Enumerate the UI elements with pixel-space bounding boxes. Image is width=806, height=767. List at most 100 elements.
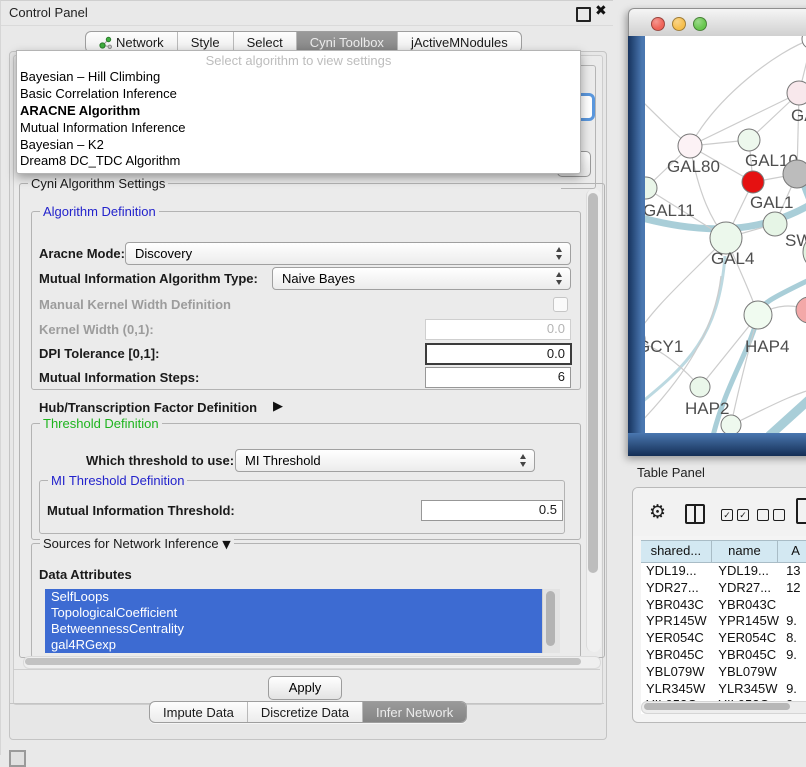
collapse-arrow-icon[interactable]: ▼ bbox=[222, 538, 230, 551]
mi-type-label: Mutual Information Algorithm Type: bbox=[39, 271, 258, 286]
tab-select-label: Select bbox=[247, 35, 283, 50]
network-window-titlebar[interactable] bbox=[628, 8, 806, 38]
algorithm-option[interactable]: Bayesian – Hill Climbing bbox=[19, 69, 575, 86]
table-row[interactable]: YER054CYER054C8. bbox=[641, 630, 806, 647]
network-node[interactable] bbox=[796, 297, 806, 323]
mi-threshold-field[interactable]: 0.5 bbox=[421, 500, 563, 521]
table-cell: YPR145W bbox=[641, 613, 713, 630]
zoom-traffic-light-icon[interactable] bbox=[693, 17, 707, 31]
table-hscrollbar-thumb[interactable] bbox=[644, 703, 790, 710]
table-column-header[interactable]: shared... bbox=[641, 541, 712, 562]
network-view-window[interactable]: GALGAL80GAL10GAL1GAL11SWI4GAL4GCY1HAP4YH… bbox=[628, 8, 806, 456]
select-all-columns-icon[interactable]: ✓ ✓ bbox=[721, 509, 749, 521]
network-edge[interactable] bbox=[731, 388, 806, 425]
table-cell: YER054C bbox=[641, 630, 713, 647]
tab-select[interactable]: Select bbox=[234, 32, 297, 52]
close-traffic-light-icon[interactable] bbox=[651, 17, 665, 31]
network-node[interactable] bbox=[721, 415, 741, 433]
manual-kernel-checkbox[interactable] bbox=[553, 297, 568, 312]
table-row[interactable]: YPR145WYPR145W9. bbox=[641, 613, 806, 630]
aracne-mode-combobox[interactable]: Discovery bbox=[125, 242, 571, 265]
tab-discretize-data[interactable]: Discretize Data bbox=[248, 702, 363, 722]
table-panel-title: Table Panel bbox=[637, 465, 705, 480]
minimize-traffic-light-icon[interactable] bbox=[672, 17, 686, 31]
settings-scrollbar-thumb[interactable] bbox=[588, 193, 598, 573]
algorithm-option[interactable]: Bayesian – K2 bbox=[19, 137, 575, 154]
attribute-list-item[interactable]: gal4RGexp bbox=[45, 637, 541, 653]
tab-impute-data-label: Impute Data bbox=[163, 705, 234, 720]
attribute-list-item[interactable]: SelfLoops bbox=[45, 589, 541, 605]
network-node[interactable] bbox=[763, 212, 787, 236]
network-node[interactable] bbox=[742, 171, 764, 193]
mi-type-combobox[interactable]: Naive Bayes bbox=[272, 267, 571, 290]
network-node[interactable] bbox=[678, 134, 702, 158]
table-cell: 8. bbox=[781, 630, 806, 647]
table-cell: YBL079W bbox=[641, 664, 713, 681]
tab-network[interactable]: Network bbox=[86, 32, 178, 52]
table-cell: YBR043C bbox=[641, 597, 713, 614]
table-row[interactable]: YLR345WYLR345W9. bbox=[641, 681, 806, 698]
algorithm-option[interactable]: Mutual Information Inference bbox=[19, 120, 575, 137]
network-edge[interactable] bbox=[769, 380, 806, 433]
attribute-list-item[interactable]: TopologicalCoefficient bbox=[45, 605, 541, 621]
data-attributes-list[interactable]: SelfLoopsTopologicalCoefficientBetweenne… bbox=[45, 589, 559, 653]
network-canvas[interactable]: GALGAL80GAL10GAL1GAL11SWI4GAL4GCY1HAP4YH… bbox=[645, 36, 806, 433]
mi-type-value: Naive Bayes bbox=[282, 271, 355, 286]
tab-style-label: Style bbox=[191, 35, 220, 50]
expand-arrow-icon[interactable]: ▶ bbox=[273, 399, 283, 414]
algorithm-option[interactable]: Basic Correlation Inference bbox=[19, 86, 575, 103]
algorithm-dropdown-popup: Select algorithm to view settings Bayesi… bbox=[16, 50, 581, 174]
tab-cyni-toolbox[interactable]: Cyni Toolbox bbox=[297, 32, 398, 52]
algorithm-option[interactable]: ARACNE Algorithm bbox=[19, 103, 575, 120]
tab-jactivemnodules[interactable]: jActiveMNodules bbox=[398, 32, 521, 52]
algorithm-option[interactable]: Dream8 DC_TDC Algorithm bbox=[19, 153, 575, 170]
gear-icon[interactable]: ⚙ bbox=[649, 501, 666, 523]
which-threshold-label: Which threshold to use: bbox=[86, 453, 234, 468]
new-table-icon[interactable] bbox=[796, 498, 806, 524]
algorithm-dropdown-placeholder: Select algorithm to view settings bbox=[17, 53, 580, 68]
network-node[interactable] bbox=[690, 377, 710, 397]
network-node[interactable] bbox=[738, 129, 760, 151]
table-cell: 9. bbox=[781, 613, 806, 630]
table-row[interactable]: YBR043CYBR043C bbox=[641, 597, 806, 614]
table-column-header[interactable]: A bbox=[778, 541, 806, 562]
deselect-all-columns-icon[interactable] bbox=[757, 509, 785, 521]
dock-panel-icon[interactable] bbox=[9, 750, 26, 767]
network-node[interactable] bbox=[744, 301, 772, 329]
attribute-list-item[interactable]: BetweennessCentrality bbox=[45, 621, 541, 637]
mi-threshold-label: Mutual Information Threshold: bbox=[47, 503, 235, 518]
settings-hscrollbar-thumb[interactable] bbox=[25, 658, 581, 665]
cyni-bottom-tabs: Impute Data Discretize Data Infer Networ… bbox=[149, 701, 467, 723]
network-node[interactable] bbox=[783, 160, 806, 188]
table-row[interactable]: YDR27...YDR27...12 bbox=[641, 580, 806, 597]
network-node[interactable] bbox=[645, 177, 657, 199]
network-node[interactable] bbox=[802, 36, 806, 49]
network-icon bbox=[99, 36, 112, 49]
network-node-label: GAL80 bbox=[667, 157, 720, 176]
kernel-width-field[interactable]: 0.0 bbox=[425, 319, 571, 340]
apply-button[interactable]: Apply bbox=[268, 676, 342, 700]
table-row[interactable]: YBL079WYBL079W bbox=[641, 664, 806, 681]
column-layout-icon[interactable] bbox=[685, 504, 705, 524]
close-icon[interactable]: ✖ bbox=[595, 3, 607, 19]
stepper-arrows-icon bbox=[556, 272, 563, 285]
table-cell: YLR345W bbox=[641, 681, 713, 698]
network-node[interactable] bbox=[787, 81, 806, 105]
tab-style[interactable]: Style bbox=[178, 32, 234, 52]
table-cell: YDR27... bbox=[713, 580, 781, 597]
which-threshold-combobox[interactable]: MI Threshold bbox=[235, 449, 535, 472]
tab-infer-network[interactable]: Infer Network bbox=[363, 702, 466, 722]
table-cell: YDL19... bbox=[641, 563, 713, 580]
tab-discretize-data-label: Discretize Data bbox=[261, 705, 349, 720]
mi-steps-field[interactable]: 6 bbox=[425, 367, 571, 388]
checked-box-icon: ✓ bbox=[721, 509, 733, 521]
network-node-label: GAL bbox=[791, 106, 806, 125]
table-row[interactable]: YBR045CYBR045C9. bbox=[641, 647, 806, 664]
attributes-scrollbar-thumb[interactable] bbox=[546, 591, 555, 646]
tab-impute-data[interactable]: Impute Data bbox=[150, 702, 248, 722]
dpi-tolerance-field[interactable]: 0.0 bbox=[425, 343, 572, 365]
table-column-header[interactable]: name bbox=[712, 541, 778, 562]
checked-box-icon: ✓ bbox=[737, 509, 749, 521]
table-row[interactable]: YDL19...YDL19...13 bbox=[641, 563, 806, 580]
float-window-icon[interactable] bbox=[576, 7, 591, 22]
